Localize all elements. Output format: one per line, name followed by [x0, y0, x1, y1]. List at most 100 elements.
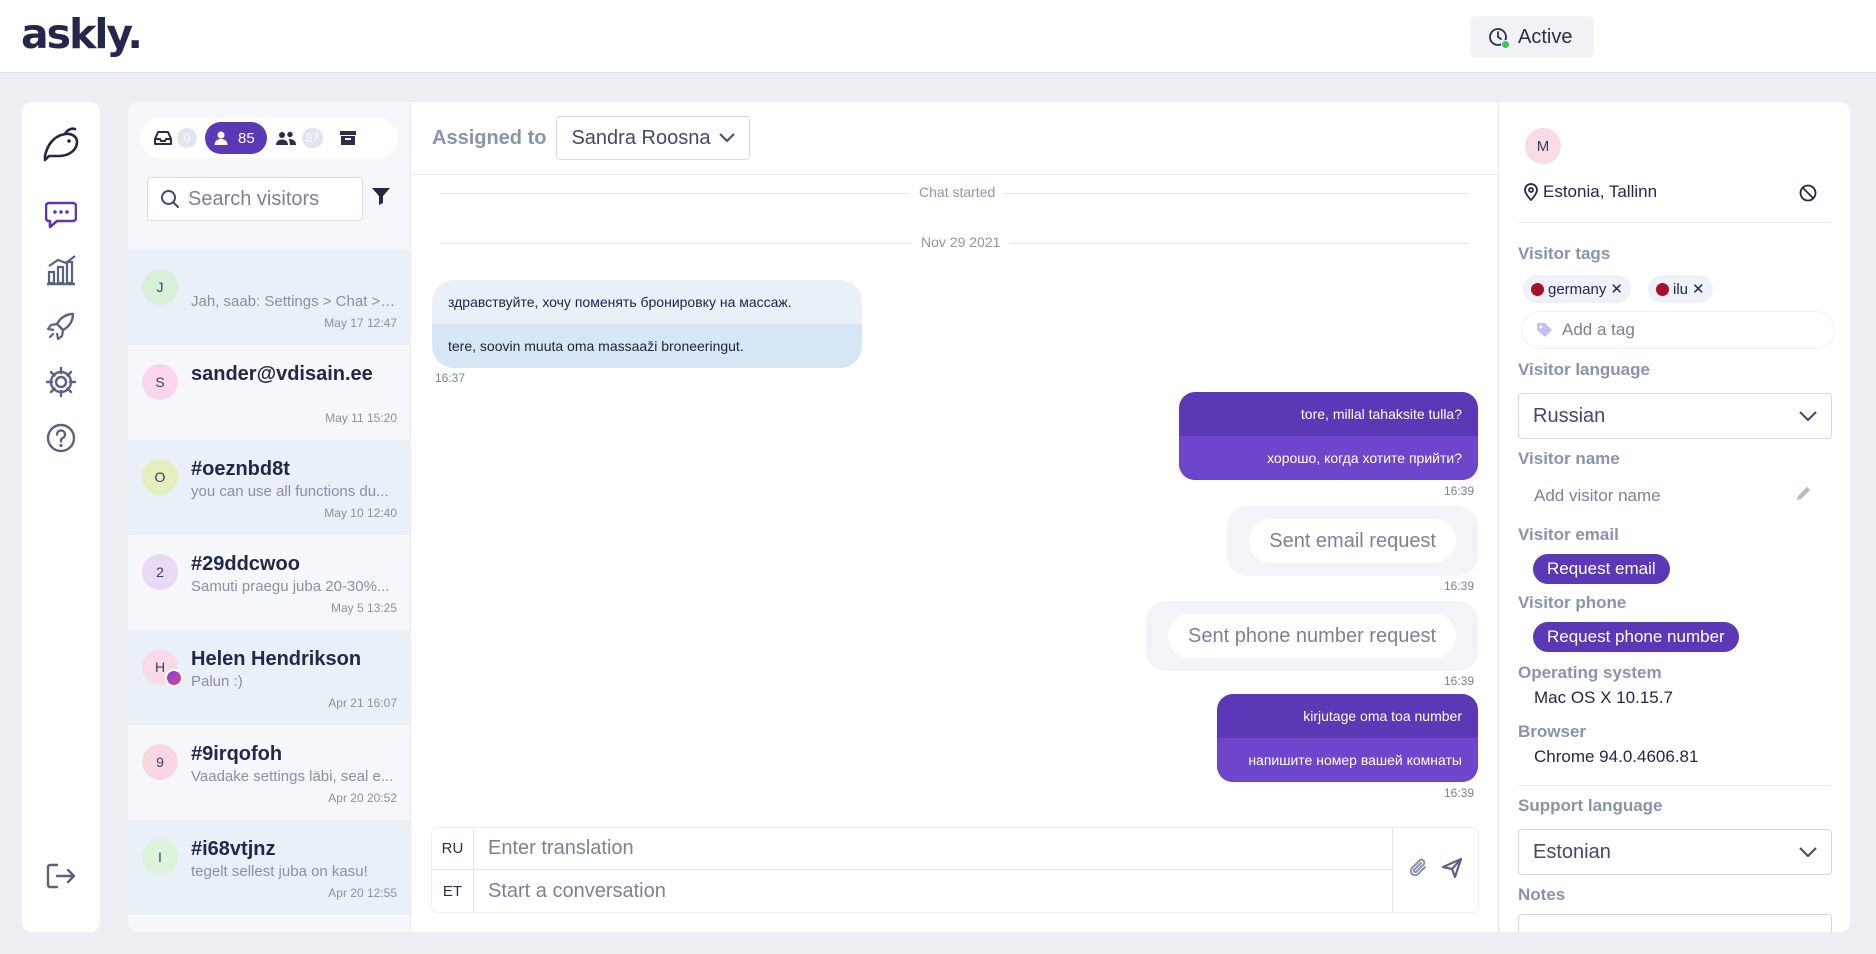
tag-ilu[interactable]: ilu ✕: [1648, 275, 1713, 303]
edit-pencil-icon[interactable]: [1795, 484, 1813, 507]
team-count: 87: [301, 128, 324, 148]
translation-row: RU: [432, 827, 1392, 870]
chevron-down-icon: [1799, 411, 1817, 421]
inbox-tray-icon: [154, 131, 172, 145]
tag-germany[interactable]: germany ✕: [1523, 275, 1631, 303]
visitor-language-code: RU: [432, 827, 474, 870]
archive-box-icon: [340, 131, 357, 145]
operating-system-value: Mac OS X 10.15.7: [1534, 688, 1673, 707]
conversation-item[interactable]: 2 #29ddcwoo Samuti praegu juba 20-30%...…: [128, 535, 411, 630]
messenger-icon: [165, 669, 183, 687]
settings-gear-icon[interactable]: [43, 364, 79, 400]
conversation-name: sander@vdisain.ee: [191, 363, 373, 385]
person-icon: [214, 131, 228, 145]
assignee-name: Sandra Roosna: [571, 126, 711, 149]
visitor-language-label: Visitor language: [1518, 360, 1650, 379]
paperclip-icon[interactable]: [1409, 857, 1429, 884]
notes-field[interactable]: [1518, 914, 1832, 932]
help-icon[interactable]: [43, 420, 79, 456]
support-language-select[interactable]: Estonian: [1518, 829, 1832, 875]
assignment-bar: Assigned to Sandra Roosna: [432, 116, 751, 160]
tag-label: germany: [1548, 280, 1607, 298]
remove-tag-icon[interactable]: ✕: [1610, 280, 1623, 298]
search-input[interactable]: [188, 187, 348, 211]
chevron-down-icon: [719, 133, 736, 143]
email-request-message: Sent email request: [1227, 506, 1478, 576]
analytics-icon[interactable]: [43, 252, 79, 288]
block-visitor-icon[interactable]: [1799, 184, 1817, 207]
selected-language: Russian: [1533, 404, 1606, 427]
operating-system-label: Operating system: [1518, 663, 1662, 682]
conversation-name: #9irqofoh: [191, 743, 283, 765]
conversation-item[interactable]: J Jah, saab: Settings > Chat > ... May 1…: [128, 250, 411, 345]
request-phone-button[interactable]: Request phone number: [1533, 622, 1739, 652]
conversation-name: #i68vtjnz: [191, 838, 276, 860]
conversation-item[interactable]: S sander@vdisain.ee May 11 15:20: [128, 345, 411, 440]
conversation-time: Apr 21 16:07: [328, 696, 397, 710]
selected-support-language: Estonian: [1533, 840, 1611, 863]
conversation-item[interactable]: H Helen Hendrikson Palun :) Apr 21 16:07: [128, 630, 411, 725]
agent-message: tore, millal tahaksite tulla? хорошо, ко…: [1179, 392, 1478, 480]
conversation-item[interactable]: O #oeznbd8t you can use all functions du…: [128, 440, 411, 535]
filter-inbox[interactable]: 0: [146, 122, 205, 154]
conversation-list-column: 0 85 87 J Jah, saab: Settings > Chat > .…: [128, 102, 411, 932]
message-time: 16:39: [1443, 674, 1474, 688]
message-time: 16:39: [1443, 579, 1474, 593]
people-icon: [275, 131, 296, 145]
browser-value: Chrome 94.0.4606.81: [1534, 747, 1699, 766]
status-button[interactable]: Active: [1470, 16, 1594, 58]
message-time: 16:37: [435, 371, 466, 385]
composer-actions: [1392, 828, 1478, 912]
rocket-icon[interactable]: [43, 308, 79, 344]
notes-label: Notes: [1518, 885, 1566, 904]
main-panel: 0 85 87 J Jah, saab: Settings > Chat > .…: [128, 102, 1850, 932]
message-translation: хорошо, когда хотите прийти?: [1179, 436, 1478, 480]
visitor-name-field[interactable]: Add visitor name: [1534, 486, 1661, 506]
conversation-time: May 10 12:40: [324, 506, 397, 520]
avatar: S: [142, 364, 178, 400]
conversation-snippet: tegelt sellest juba on kasu!: [191, 863, 368, 880]
visitor-name-label: Visitor name: [1518, 449, 1620, 468]
mine-count: 85: [238, 129, 255, 147]
message-composer: RU ET: [432, 827, 1478, 912]
conversation-snippet: Samuti praegu juba 20-30%...: [191, 578, 390, 595]
remove-tag-icon[interactable]: ✕: [1692, 280, 1705, 298]
conversation-snippet: you can use all functions du...: [191, 483, 389, 500]
conversation-snippet: Vaadake settings läbi, seal e...: [191, 768, 394, 785]
conversation-item[interactable]: 9 #9irqofoh Vaadake settings läbi, seal …: [128, 725, 411, 820]
tag-color-dot: [1531, 282, 1544, 296]
conversation-item[interactable]: I #i68vtjnz tegelt sellest juba on kasu!…: [128, 820, 411, 915]
askly-logo[interactable]: askly.: [21, 10, 143, 58]
bird-logo-icon[interactable]: [39, 122, 83, 166]
filter-mine[interactable]: 85: [205, 122, 267, 154]
conversation-time: May 11 15:20: [325, 411, 397, 425]
chat-icon[interactable]: [43, 196, 79, 232]
message-input[interactable]: [474, 879, 1392, 903]
tag-label: ilu: [1673, 280, 1689, 298]
filter-team[interactable]: 87: [267, 122, 331, 154]
chat-column: Assigned to Sandra Roosna Chat started N…: [412, 102, 1498, 932]
divider: [1519, 785, 1831, 786]
filter-funnel-icon[interactable]: [371, 186, 391, 211]
visitor-language-select[interactable]: Russian: [1518, 393, 1832, 439]
visitor-tags-label: Visitor tags: [1518, 244, 1611, 263]
logout-icon[interactable]: [43, 858, 79, 894]
conversation-time: Apr 20 20:52: [328, 791, 397, 805]
browser-label: Browser: [1518, 722, 1587, 741]
translation-input[interactable]: [474, 837, 1392, 860]
assignee-dropdown[interactable]: Sandra Roosna: [556, 116, 751, 160]
chevron-down-icon: [1799, 847, 1817, 857]
message-original: здравствуйте, хочу поменять бронировку н…: [448, 294, 792, 310]
location-text: Estonia, Tallinn: [1543, 182, 1658, 201]
agent-language-code: ET: [432, 870, 474, 912]
conversation-snippet: Palun :): [191, 673, 243, 690]
request-email-button[interactable]: Request email: [1533, 554, 1670, 584]
add-tag-input[interactable]: [1562, 320, 1802, 340]
visitor-message: здравствуйте, хочу поменять бронировку н…: [432, 280, 862, 368]
message-row: ET: [432, 870, 1392, 912]
filter-archive[interactable]: [331, 122, 365, 154]
avatar: 9: [142, 744, 178, 780]
send-icon[interactable]: [1441, 857, 1463, 884]
avatar: 2: [142, 554, 178, 590]
conversation-name: Helen Hendrikson: [191, 648, 362, 670]
